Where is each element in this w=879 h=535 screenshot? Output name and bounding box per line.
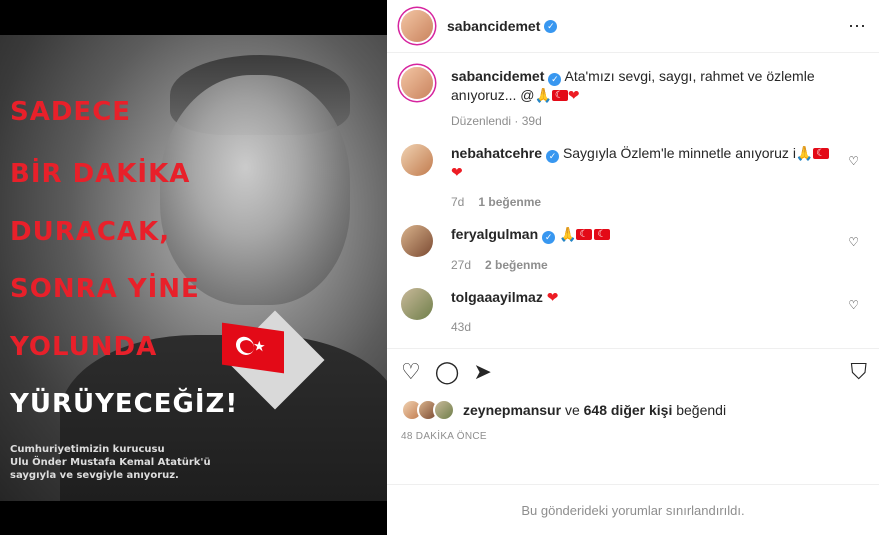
turkish-flag-emoji-icon <box>813 145 830 163</box>
portrait-face <box>160 75 350 305</box>
post-actions: ♡ ◯ ➤ ⛉ zeynepmansur ve 648 diğer kişi b… <box>387 348 879 484</box>
first-liker-username[interactable]: zeynepmansur <box>463 402 561 418</box>
turkish-flag-icon: ★ <box>222 322 284 374</box>
caption-avatar[interactable] <box>401 67 433 99</box>
caption-age[interactable]: 39d <box>522 114 542 128</box>
commenter-avatar[interactable] <box>401 144 433 176</box>
liker-avatars[interactable] <box>401 399 455 421</box>
likes-summary: zeynepmansur ve 648 diğer kişi beğendi <box>401 399 865 421</box>
commenter-avatar[interactable] <box>401 288 433 320</box>
poster-caption-line: Cumhuriyetimizin kurucusu <box>10 444 165 455</box>
edited-label: Düzenlendi <box>451 114 512 128</box>
commenter-avatar[interactable] <box>401 225 433 257</box>
comment-age[interactable]: 7d <box>451 195 464 209</box>
poster-line-2: BİR DAKİKA <box>10 159 191 189</box>
likes-suffix: beğendi <box>676 402 727 418</box>
poster-line-5: YOLUNDA <box>10 332 158 362</box>
comment-like-icon[interactable]: ♡ <box>848 154 859 168</box>
comment-item: nebahatcehre ✓ Saygıyla Özlem'le minnetle… <box>401 144 863 211</box>
poster-line-4: SONRA YİNE <box>10 274 200 304</box>
comments-limited-note: Bu gönderideki yorumlar sınırlandırıldı. <box>387 484 879 535</box>
comment-item: feryalgulman ✓ 🙏 27d 2 beğenme ♡ <box>401 225 863 274</box>
caption-emoji: @🙏 <box>520 87 552 103</box>
more-options-icon[interactable]: ⋯ <box>848 16 867 37</box>
others-likes-link[interactable]: 648 diğer kişi <box>584 402 673 418</box>
comment-age[interactable]: 43d <box>451 320 471 334</box>
red-heart-emoji-icon: ❤ <box>567 87 580 103</box>
poster-line-1: SADECE <box>10 97 132 127</box>
comment-username[interactable]: nebahatcehre <box>451 145 542 161</box>
post-timestamp[interactable]: 48 DAKİKA ÖNCE <box>401 431 865 442</box>
turkish-flag-emoji-icon <box>551 87 568 105</box>
comment-like-icon[interactable]: ♡ <box>848 298 859 312</box>
turkish-flag-emoji-icon <box>594 226 611 244</box>
verified-icon: ✓ <box>548 73 562 86</box>
share-send-icon[interactable]: ➤ <box>473 359 491 385</box>
author-username[interactable]: sabancidemet <box>447 18 540 34</box>
comment-like-icon[interactable]: ♡ <box>848 235 859 249</box>
red-heart-emoji-icon: ❤ <box>451 164 463 180</box>
bookmark-save-icon[interactable]: ⛉ <box>850 359 867 385</box>
verified-icon: ✓ <box>542 231 556 244</box>
caption-username[interactable]: sabancidemet <box>451 68 544 84</box>
author-avatar[interactable] <box>401 10 433 42</box>
comment-item: tolgaaayilmaz ❤ 43d ♡ <box>401 288 863 336</box>
likes-connector: ve <box>564 402 580 418</box>
verified-icon: ✓ <box>544 19 558 33</box>
poster-caption-line: Ulu Önder Mustafa Kemal Atatürk'ü <box>10 457 211 468</box>
comment-likes-count[interactable]: 2 beğenme <box>485 258 548 272</box>
liker-avatar <box>433 399 455 421</box>
verified-icon: ✓ <box>546 150 560 163</box>
caption-block: sabancidemet ✓ Ata'mızı sevgi, saygı, rah… <box>401 67 863 130</box>
poster-line-6: YÜRÜYECEĞİZ! <box>10 389 239 419</box>
post-image: ★ SADECE BİR DAKİKA DURACAK, SONRA YİNE … <box>0 35 387 501</box>
comment-text: 🙏 <box>559 226 577 242</box>
comment-username[interactable]: feryalgulman <box>451 226 538 242</box>
red-heart-emoji-icon: ❤ <box>546 289 559 305</box>
post-header: sabancidemet ✓ ⋯ <box>387 0 879 53</box>
poster-line-3: DURACAK, <box>10 217 171 247</box>
poster-caption: Cumhuriyetimizin kurucusu Ulu Önder Must… <box>10 443 211 482</box>
comment-text: Saygıyla Özlem'le minnetle anıyoruz i🙏 <box>562 145 814 161</box>
comment-likes-count[interactable]: 1 beğenme <box>478 195 541 209</box>
comment-username[interactable]: tolgaaayilmaz <box>451 289 543 305</box>
comments-list: sabancidemet ✓ Ata'mızı sevgi, saygı, rah… <box>387 53 879 348</box>
like-heart-icon[interactable]: ♡ <box>401 359 421 385</box>
comment-age[interactable]: 27d <box>451 258 471 272</box>
post-media[interactable]: ★ SADECE BİR DAKİKA DURACAK, SONRA YİNE … <box>0 0 387 535</box>
comment-bubble-icon[interactable]: ◯ <box>435 359 460 385</box>
poster-caption-line: saygıyla ve sevgiyle anıyoruz. <box>10 470 179 481</box>
turkish-flag-emoji-icon <box>576 226 593 244</box>
